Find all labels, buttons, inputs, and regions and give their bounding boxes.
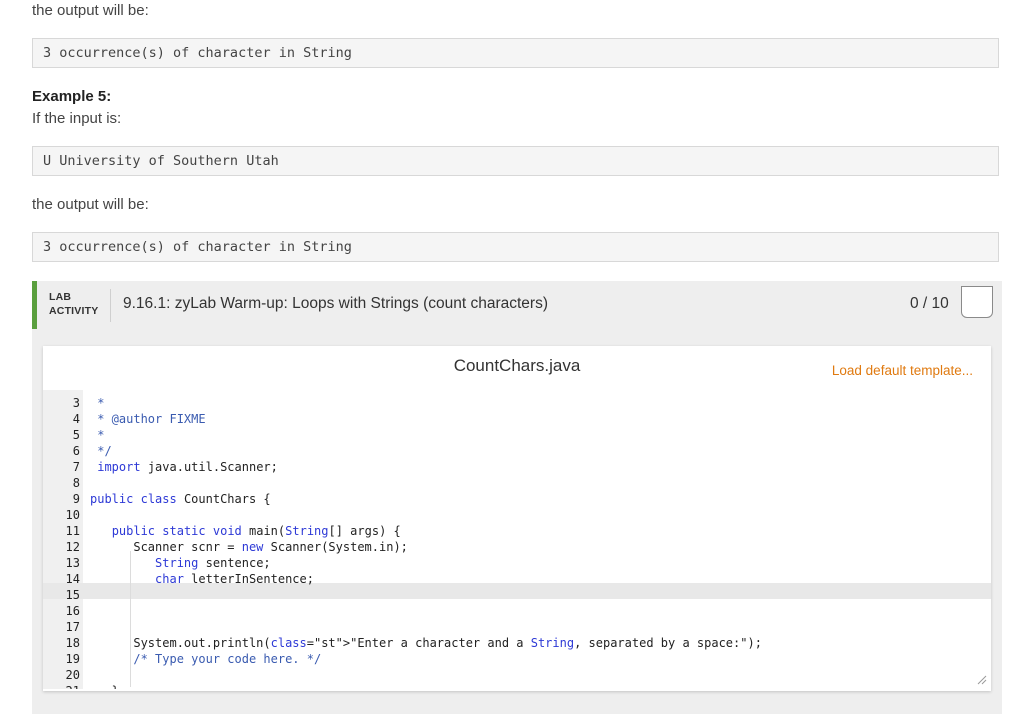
lab-tag-line1: LAB bbox=[49, 291, 72, 303]
code-line[interactable]: System.out.println(class="st">"Enter a c… bbox=[90, 635, 762, 651]
code-line[interactable]: import java.util.Scanner; bbox=[90, 459, 278, 475]
code-line[interactable]: } bbox=[90, 683, 119, 689]
lab-activity-header: LAB ACTIVITY 9.16.1: zyLab Warm-up: Loop… bbox=[32, 281, 1002, 329]
code-line[interactable]: * @author FIXME bbox=[90, 411, 205, 427]
code-line[interactable]: * bbox=[90, 427, 104, 443]
line-number: 15 bbox=[65, 588, 80, 602]
load-default-template-link[interactable]: Load default template... bbox=[832, 363, 973, 378]
line-number: 11 bbox=[65, 524, 80, 538]
lab-divider bbox=[110, 289, 111, 322]
completion-badge-icon bbox=[961, 286, 993, 318]
line-number: 10 bbox=[65, 508, 80, 522]
editor-header: CountChars.java Load default template... bbox=[43, 346, 991, 390]
lab-activity-tag: LAB ACTIVITY bbox=[49, 290, 98, 318]
output-intro-1: the output will be: bbox=[32, 2, 149, 19]
code-line[interactable]: * bbox=[90, 395, 104, 411]
line-number: 19 bbox=[65, 652, 80, 666]
line-number: 12 bbox=[65, 540, 80, 554]
line-number: 14 bbox=[65, 572, 80, 586]
line-number: 5 bbox=[72, 428, 80, 442]
line-number: 21 bbox=[43, 683, 80, 689]
code-line[interactable]: public class CountChars { bbox=[90, 491, 271, 507]
line-number: 8 bbox=[72, 476, 80, 490]
output-sample-2: 3 occurrence(s) of character in String bbox=[32, 232, 999, 262]
lab-tag-line2: ACTIVITY bbox=[49, 305, 99, 317]
line-number: 16 bbox=[65, 604, 80, 618]
output-sample-1: 3 occurrence(s) of character in String bbox=[32, 38, 999, 68]
input-intro: If the input is: bbox=[32, 110, 122, 127]
code-editor[interactable]: CountChars.java Load default template...… bbox=[43, 346, 991, 691]
line-number: 18 bbox=[65, 636, 80, 650]
line-number: 7 bbox=[72, 460, 80, 474]
line-number: 13 bbox=[65, 556, 80, 570]
input-sample-5: U University of Southern Utah bbox=[32, 146, 999, 176]
code-line[interactable]: Scanner scnr = new Scanner(System.in); bbox=[90, 539, 408, 555]
line-number: 4 bbox=[72, 412, 80, 426]
code-line[interactable]: char letterInSentence; bbox=[90, 571, 314, 587]
code-line[interactable]: */ bbox=[90, 443, 111, 459]
lab-score: 0 / 10 bbox=[910, 295, 949, 312]
code-area[interactable]: 3 * 4 * @author FIXME 5 * 6 */ 7 import java… bbox=[43, 390, 991, 689]
lab-title: 9.16.1: zyLab Warm-up: Loops with String… bbox=[123, 295, 549, 312]
code-line[interactable]: public static void main(String[] args) { bbox=[90, 523, 401, 539]
resize-grip-icon[interactable] bbox=[977, 675, 987, 685]
code-line[interactable]: /* Type your code here. */ bbox=[90, 651, 321, 667]
code-line[interactable]: String sentence; bbox=[90, 555, 271, 571]
line-number: 9 bbox=[72, 492, 80, 506]
output-intro-2: the output will be: bbox=[32, 196, 149, 213]
line-number: 6 bbox=[72, 444, 80, 458]
line-number: 17 bbox=[65, 620, 80, 634]
line-number: 20 bbox=[65, 668, 80, 682]
example-5-heading: Example 5: bbox=[32, 88, 112, 105]
line-number: 3 bbox=[72, 396, 80, 410]
